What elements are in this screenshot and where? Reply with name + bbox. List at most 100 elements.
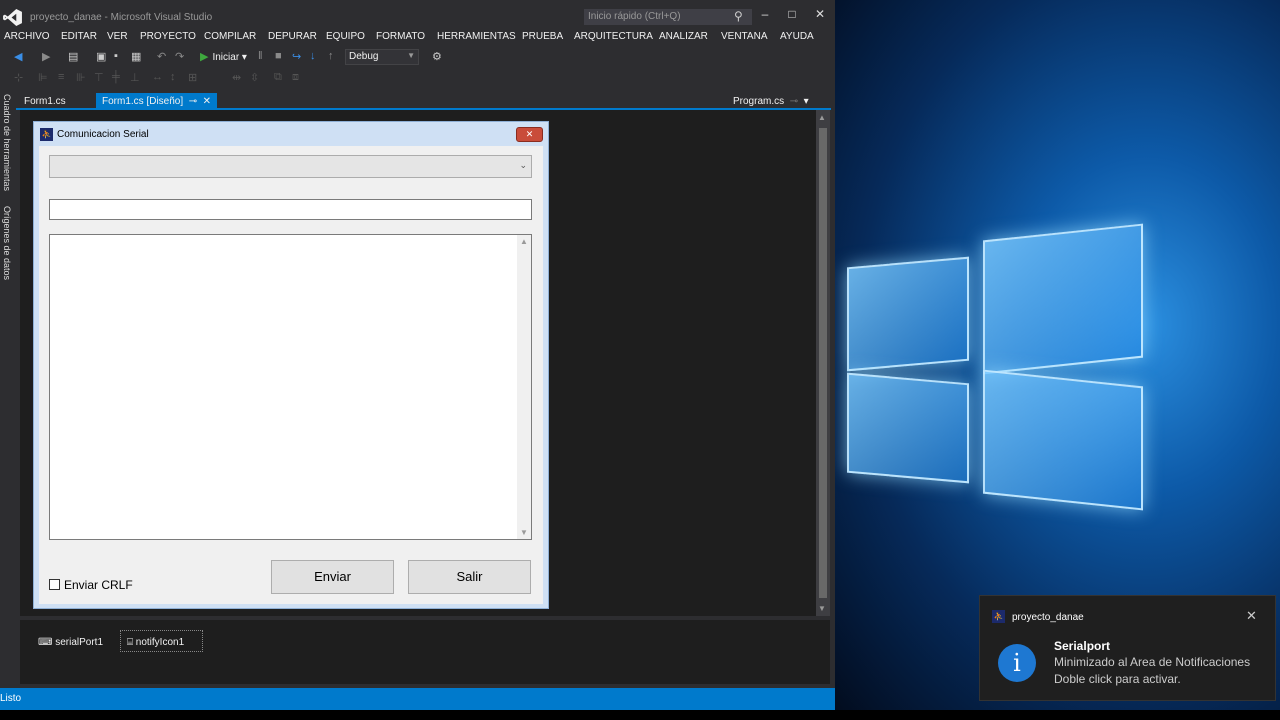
crlf-checkbox[interactable]: Enviar CRLF <box>49 578 133 592</box>
toast-title: Serialport <box>1054 639 1111 653</box>
status-bar: Listo <box>0 688 835 710</box>
scrollbar-thumb[interactable] <box>819 128 827 598</box>
align-grid-icon[interactable]: ⊹ <box>14 71 23 84</box>
document-tabs: Form1.cs Form1.cs [Diseño] ⊸ ✕ Program.c… <box>16 93 831 109</box>
vertical-spacing-icon[interactable]: ⇳ <box>250 71 259 84</box>
align-center-icon[interactable]: ≡ <box>58 71 64 83</box>
configuration-value: Debug <box>349 51 379 62</box>
align-top-icon[interactable]: ⊤ <box>94 71 104 84</box>
chevron-down-icon: ▼ <box>407 51 415 60</box>
designer-scrollbar[interactable]: ▲ ▼ <box>816 110 830 616</box>
close-tab-icon[interactable]: ✕ <box>203 96 211 107</box>
menu-formato[interactable]: FORMATO <box>376 31 425 42</box>
port-combobox[interactable]: ⌄ <box>49 155 532 178</box>
menu-proyecto[interactable]: PROYECTO <box>140 31 196 42</box>
forward-icon[interactable]: ▶ <box>42 50 50 63</box>
menu-herramientas[interactable]: HERRAMIENTAS <box>437 31 516 42</box>
maximize-button[interactable]: □ <box>783 7 801 21</box>
scroll-down-icon[interactable]: ▼ <box>818 604 826 613</box>
bring-front-icon[interactable]: ⧉ <box>274 71 282 84</box>
step-into-icon[interactable]: ↓ <box>310 50 316 62</box>
crlf-label: Enviar CRLF <box>64 578 133 592</box>
menu-depurar[interactable]: DEPURAR <box>268 31 317 42</box>
menu-compilar[interactable]: COMPILAR <box>204 31 256 42</box>
save-all-icon[interactable]: ▦ <box>131 50 141 63</box>
tab-form1-design-label: Form1.cs [Diseño] <box>102 96 184 107</box>
back-icon[interactable]: ◀ <box>14 50 22 63</box>
received-textarea[interactable]: ▲ ▼ <box>49 234 532 540</box>
open-file-icon[interactable]: ▣ <box>96 50 106 63</box>
menu-ayuda[interactable]: AYUDA <box>780 31 814 42</box>
serialport-label: serialPort1 <box>55 637 104 648</box>
pause-icon[interactable]: ‖ <box>258 50 263 62</box>
notification-toast[interactable]: ⛹ proyecto_danae ✕ i Serialport Minimiza… <box>979 595 1276 701</box>
scroll-up-icon[interactable]: ▲ <box>818 113 826 122</box>
checkbox-box[interactable] <box>49 579 60 590</box>
same-height-icon[interactable]: ↕ <box>170 71 176 83</box>
tab-form1-cs[interactable]: Form1.cs <box>18 93 72 109</box>
step-over-icon[interactable]: ↪ <box>292 50 301 63</box>
redo-icon[interactable]: ↷ <box>175 50 184 63</box>
data-sources-tab[interactable]: Orígenes de datos <box>2 206 12 280</box>
tab-program-cs[interactable]: Program.cs ⊸ ▾ <box>727 93 815 109</box>
stop-icon[interactable]: ■ <box>275 50 282 62</box>
new-project-icon[interactable]: ▤ <box>68 50 78 63</box>
close-icon[interactable]: ✕ <box>1246 608 1257 624</box>
send-back-icon[interactable]: ⧈ <box>292 71 299 84</box>
serialport-component[interactable]: ⌨ serialPort1 <box>38 637 103 648</box>
align-left-icon[interactable]: ⊫ <box>38 71 48 84</box>
search-icon[interactable]: ⚲ <box>734 9 743 23</box>
horizontal-spacing-icon[interactable]: ⇹ <box>232 71 241 84</box>
align-bottom-icon[interactable]: ⊥ <box>130 71 140 84</box>
step-out-icon[interactable]: ↑ <box>328 50 334 62</box>
wallpaper-pane <box>847 372 969 484</box>
component-tray: ⌨ serialPort1 ⌸ notifyIcon1 <box>20 620 830 684</box>
wallpaper-pane <box>983 369 1143 511</box>
notifyicon-component[interactable]: ⌸ notifyIcon1 <box>127 637 184 648</box>
menu-arquitectura[interactable]: ARQUITECTURA <box>574 31 653 42</box>
chevron-down-icon: ⌄ <box>519 160 527 170</box>
scroll-down-icon[interactable]: ▼ <box>520 528 528 537</box>
send-button[interactable]: Enviar <box>271 560 394 594</box>
taskbar-edge <box>0 710 1280 720</box>
menu-editar[interactable]: EDITAR <box>61 31 97 42</box>
align-middle-icon[interactable]: ╪ <box>112 71 120 83</box>
status-text: Listo <box>0 693 22 704</box>
menu-archivo[interactable]: ARCHIVO <box>4 31 50 42</box>
same-size-icon[interactable]: ⊞ <box>188 71 197 84</box>
exit-button[interactable]: Salir <box>408 560 531 594</box>
notifyicon-icon: ⌸ <box>127 637 133 648</box>
align-right-icon[interactable]: ⊪ <box>76 71 86 84</box>
menu-ver[interactable]: VER <box>107 31 128 42</box>
designed-form[interactable]: ⛹ Comunicacion Serial ✕ ⌄ ▲ ▼ Enviar CRL… <box>33 121 549 609</box>
scroll-up-icon[interactable]: ▲ <box>520 237 528 246</box>
chevron-down-icon[interactable]: ▾ <box>804 96 809 107</box>
textarea-scrollbar[interactable]: ▲ ▼ <box>517 235 531 539</box>
menu-bar: ARCHIVO EDITAR VER PROYECTO COMPILAR DEP… <box>0 30 835 46</box>
configuration-dropdown[interactable]: Debug ▼ <box>345 49 419 65</box>
pin-icon[interactable]: ⊸ <box>189 96 197 107</box>
send-textbox[interactable] <box>49 199 532 220</box>
minimize-button[interactable]: – <box>756 7 774 21</box>
screen: proyecto_danae - Microsoft Visual Studio… <box>0 0 1280 720</box>
start-button[interactable]: ▶ Iniciar ▾ <box>200 50 247 63</box>
quick-launch-input[interactable]: Inicio rápido (Ctrl+Q) <box>584 9 752 25</box>
same-width-icon[interactable]: ↔ <box>152 71 163 83</box>
side-panel-strip: Cuadro de herramientas Orígenes de datos <box>0 92 16 688</box>
toolbox-tab[interactable]: Cuadro de herramientas <box>2 94 12 191</box>
attach-icon[interactable]: ⚙ <box>432 50 442 63</box>
save-icon[interactable]: ▪ <box>114 50 118 62</box>
app-icon: ⛹ <box>40 128 53 141</box>
form-client-area: ⌄ ▲ ▼ Enviar CRLF Enviar Salir <box>39 146 543 604</box>
close-button[interactable]: ✕ <box>811 7 829 21</box>
app-icon: ⛹ <box>992 610 1005 623</box>
menu-prueba[interactable]: PRUEBA <box>522 31 563 42</box>
undo-icon[interactable]: ↶ <box>157 50 166 63</box>
menu-analizar[interactable]: ANALIZAR <box>659 31 708 42</box>
menu-equipo[interactable]: EQUIPO <box>326 31 365 42</box>
tab-form1-design[interactable]: Form1.cs [Diseño] ⊸ ✕ <box>96 93 218 109</box>
layout-toolbar: ⊹ ⊫ ≡ ⊪ ⊤ ╪ ⊥ ↔ ↕ ⊞ ⇹ ⇳ ⧉ ⧈ <box>0 68 835 88</box>
form-close-button[interactable]: ✕ <box>516 127 543 142</box>
menu-ventana[interactable]: VENTANA <box>721 31 768 42</box>
pin-icon[interactable]: ⊸ <box>790 96 798 107</box>
